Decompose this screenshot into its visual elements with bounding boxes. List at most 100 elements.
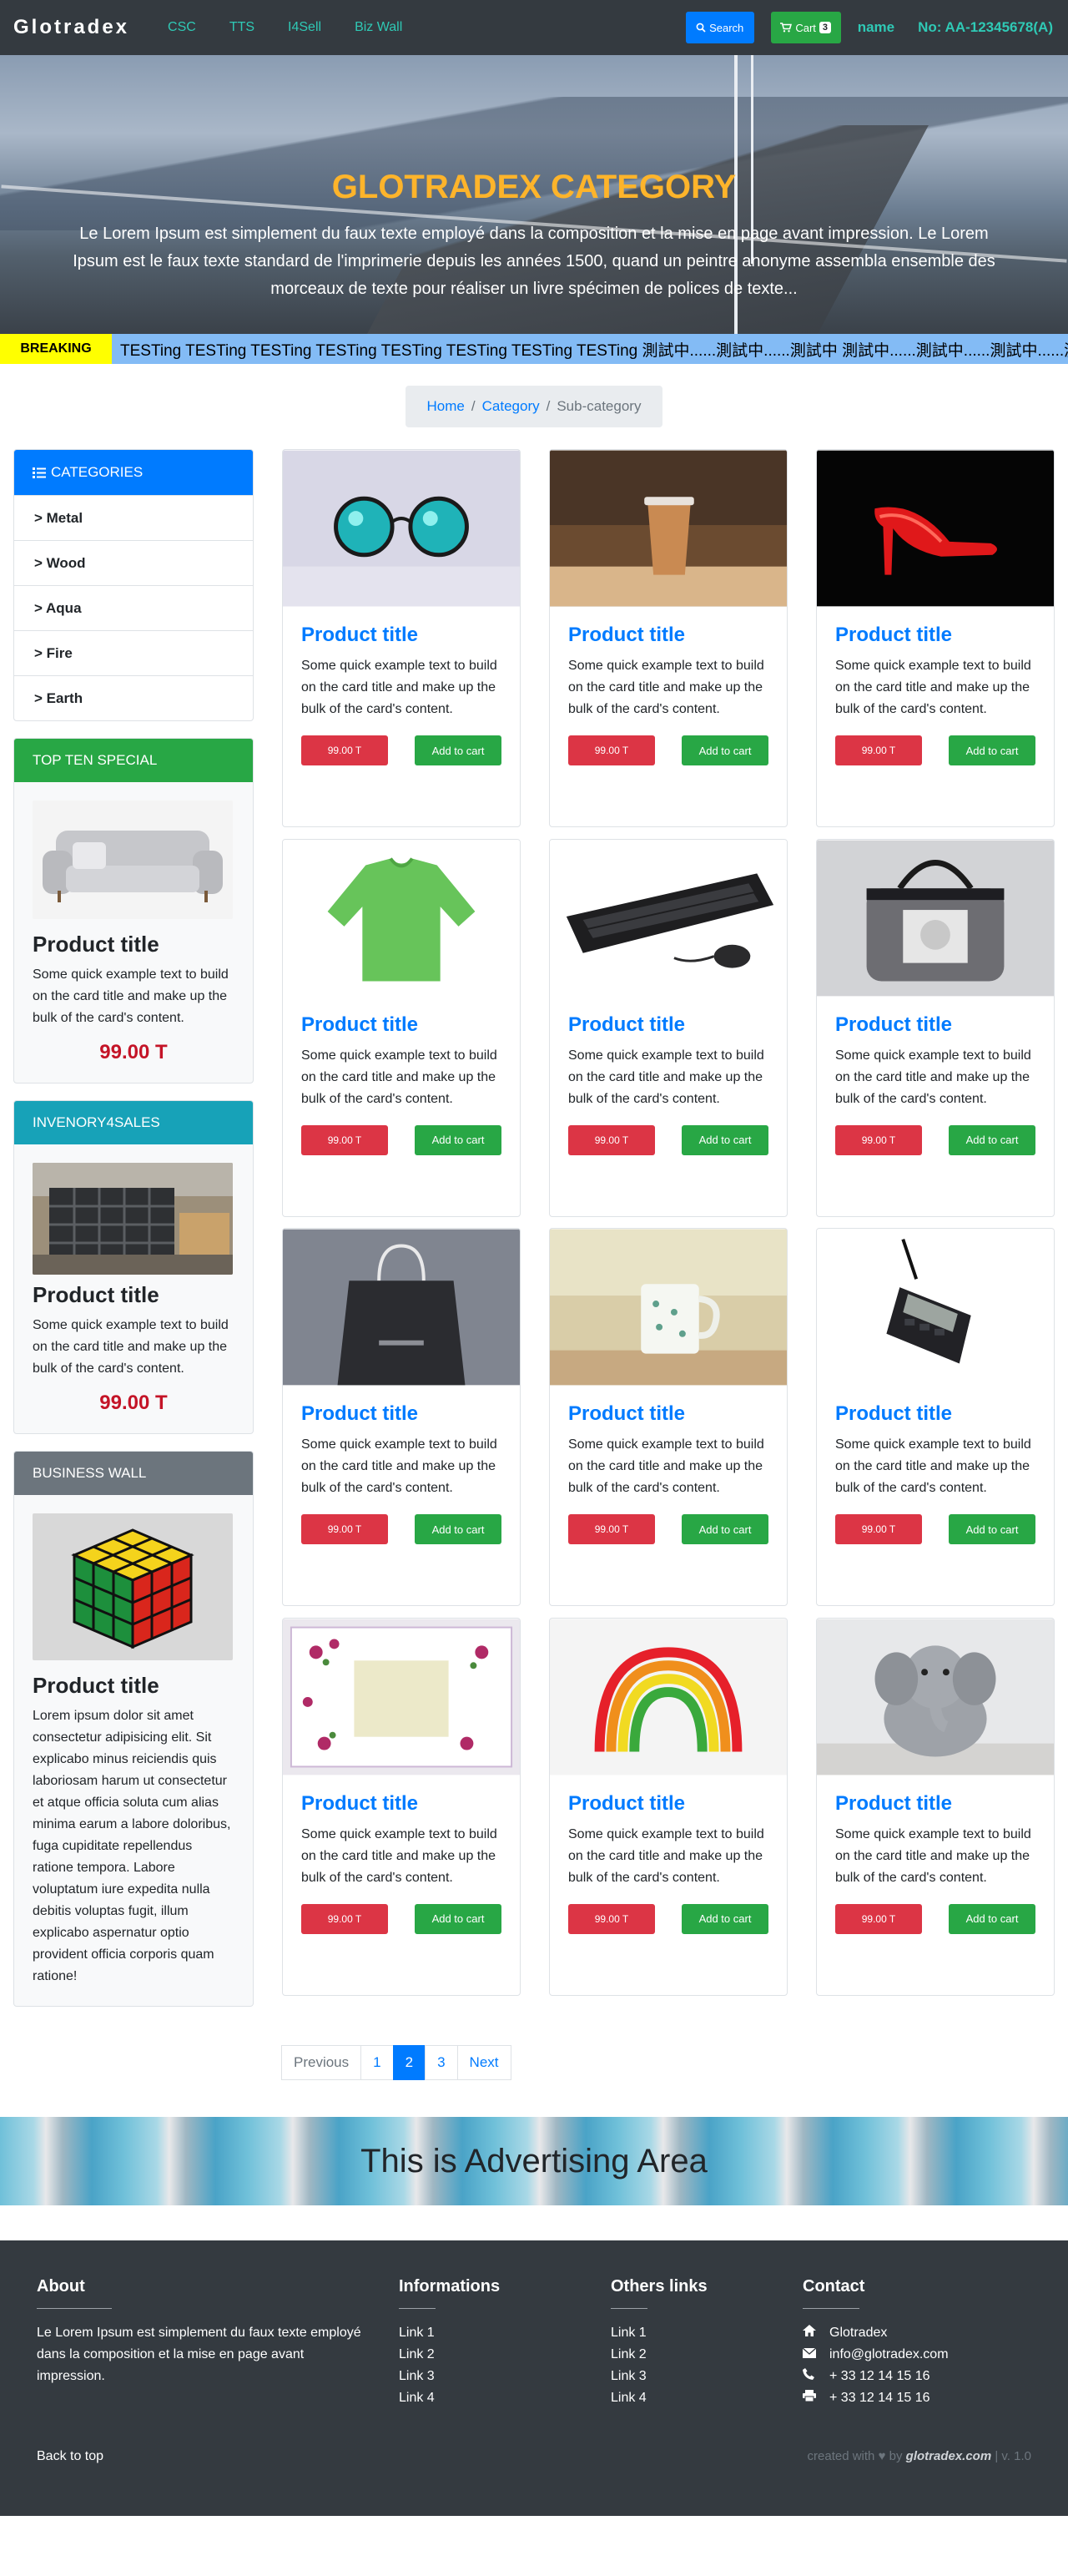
contact-email-text[interactable]: info@glotradex.com <box>829 2344 949 2366</box>
photo-frame-icon[interactable] <box>283 1619 520 1775</box>
footer-others-link[interactable]: Link 3 <box>611 2366 708 2387</box>
slinky-icon[interactable] <box>550 1619 787 1775</box>
search-icon <box>696 23 706 33</box>
product-card: Product title Some quick example text to … <box>549 1228 788 1606</box>
credit-site-link[interactable]: glotradex.com <box>906 2449 992 2463</box>
product-title[interactable]: Product title <box>835 624 1035 647</box>
category-item-fire[interactable]: > Fire <box>14 630 253 675</box>
handbag-icon[interactable] <box>817 840 1054 997</box>
pagination-page-1[interactable]: 1 <box>360 2045 394 2080</box>
footer-others-link[interactable]: Link 4 <box>611 2387 708 2409</box>
advertising-area[interactable]: This is Advertising Area <box>0 2117 1068 2205</box>
footer-others-link[interactable]: Link 2 <box>611 2344 708 2366</box>
user-name[interactable]: name <box>858 19 894 36</box>
price-button[interactable]: 99.00 T <box>835 735 922 765</box>
product-title[interactable]: Product title <box>568 624 768 647</box>
price-button[interactable]: 99.00 T <box>301 1124 388 1155</box>
add-to-cart-button[interactable]: Add to cart <box>949 1903 1035 1934</box>
category-item-aqua[interactable]: > Aqua <box>14 585 253 630</box>
warehouse-boxes-image[interactable] <box>33 1163 233 1275</box>
pagination-page-2[interactable]: 2 <box>392 2045 426 2080</box>
price-button[interactable]: 99.00 T <box>301 1514 388 1544</box>
nav-link-csc[interactable]: CSC <box>151 20 213 35</box>
product-title[interactable]: Product title <box>835 1402 1035 1426</box>
keyboard-icon[interactable] <box>550 840 787 997</box>
rubiks-cube-image[interactable] <box>33 1513 233 1660</box>
pagination-page-3[interactable]: 3 <box>425 2045 458 2080</box>
sofa-image[interactable] <box>33 801 233 919</box>
product-card: Product title Some quick example text to … <box>549 449 788 827</box>
add-to-cart-button[interactable]: Add to cart <box>682 1903 768 1934</box>
add-to-cart-button[interactable]: Add to cart <box>415 1903 501 1934</box>
product-actions: 99.00 T Add to cart <box>568 1903 768 1934</box>
contact-phone-text[interactable]: + 33 12 14 15 16 <box>829 2366 930 2387</box>
add-to-cart-button[interactable]: Add to cart <box>415 735 501 765</box>
price-button[interactable]: 99.00 T <box>301 735 388 765</box>
footer-info-link[interactable]: Link 3 <box>399 2366 500 2387</box>
nav-link-biz-wall[interactable]: Biz Wall <box>338 20 419 35</box>
add-to-cart-button[interactable]: Add to cart <box>682 1514 768 1544</box>
contact-company-text: Glotradex <box>829 2326 888 2340</box>
add-to-cart-button[interactable]: Add to cart <box>949 1514 1035 1544</box>
cart-button[interactable]: Cart 3 <box>770 12 841 43</box>
mug-icon[interactable] <box>550 1229 787 1386</box>
product-title[interactable]: Product title <box>301 1013 501 1037</box>
product-title[interactable]: Product title <box>301 624 501 647</box>
price-button[interactable]: 99.00 T <box>835 1903 922 1934</box>
top-ten-title[interactable]: Product title <box>33 932 234 957</box>
product-title[interactable]: Product title <box>568 1792 768 1816</box>
nav-link-i4sell[interactable]: I4Sell <box>271 20 338 35</box>
product-title[interactable]: Product title <box>835 1013 1035 1037</box>
product-title[interactable]: Product title <box>835 1792 1035 1816</box>
product-card: Product title Some quick example text to … <box>282 1617 521 1996</box>
add-to-cart-button[interactable]: Add to cart <box>682 1124 768 1155</box>
footer-others-link[interactable]: Link 1 <box>611 2322 708 2344</box>
price-button[interactable]: 99.00 T <box>568 1903 655 1934</box>
elephant-plush-icon[interactable] <box>817 1619 1054 1775</box>
product-title[interactable]: Product title <box>568 1013 768 1037</box>
price-button[interactable]: 99.00 T <box>568 735 655 765</box>
navbar: Glotradex CSC TTS I4Sell Biz Wall Search… <box>0 0 1068 55</box>
back-to-top-link[interactable]: Back to top <box>37 2449 103 2464</box>
category-item-metal[interactable]: > Metal <box>14 495 253 540</box>
price-button[interactable]: 99.00 T <box>835 1124 922 1155</box>
product-title[interactable]: Product title <box>301 1792 501 1816</box>
price-button[interactable]: 99.00 T <box>568 1124 655 1155</box>
nav-link-tts[interactable]: TTS <box>213 20 271 35</box>
business-wall-title[interactable]: Product title <box>33 1673 234 1699</box>
product-title[interactable]: Product title <box>568 1402 768 1426</box>
pagination-previous[interactable]: Previous <box>281 2045 362 2080</box>
top-ten-text: Some quick example text to build on the … <box>33 967 229 1025</box>
shirt-icon[interactable] <box>283 840 520 997</box>
add-to-cart-button[interactable]: Add to cart <box>949 735 1035 765</box>
sunglasses-icon[interactable] <box>283 450 520 607</box>
price-button[interactable]: 99.00 T <box>835 1514 922 1544</box>
add-to-cart-button[interactable]: Add to cart <box>949 1124 1035 1155</box>
inventory-title[interactable]: Product title <box>33 1282 234 1308</box>
footer-info-link[interactable]: Link 4 <box>399 2387 500 2409</box>
brand-logo[interactable]: Glotradex <box>13 16 129 39</box>
footer-info-link[interactable]: Link 1 <box>399 2322 500 2344</box>
breaking-label: BREAKING <box>0 334 112 364</box>
coffee-cup-icon[interactable] <box>550 450 787 607</box>
breadcrumb-home[interactable]: Home <box>427 398 465 415</box>
contact-fax: + 33 12 14 15 16 <box>803 2387 949 2409</box>
footer-info-link[interactable]: Link 2 <box>399 2344 500 2366</box>
pagination-next[interactable]: Next <box>456 2045 511 2080</box>
cart-count-badge: 3 <box>819 22 832 33</box>
pos-terminal-icon[interactable] <box>817 1229 1054 1386</box>
product-title[interactable]: Product title <box>301 1402 501 1426</box>
category-item-wood[interactable]: > Wood <box>14 540 253 585</box>
price-button[interactable]: 99.00 T <box>301 1903 388 1934</box>
price-button[interactable]: 99.00 T <box>568 1514 655 1544</box>
add-to-cart-button[interactable]: Add to cart <box>415 1124 501 1155</box>
ticker-text: TESTing TESTing TESTing TESTing TESTing … <box>112 334 1068 364</box>
category-item-earth[interactable]: > Earth <box>14 675 253 720</box>
contact-fax-text: + 33 12 14 15 16 <box>829 2391 930 2405</box>
breadcrumb-category[interactable]: Category <box>482 398 540 415</box>
shopping-bag-icon[interactable] <box>283 1229 520 1386</box>
search-button[interactable]: Search <box>685 12 754 43</box>
add-to-cart-button[interactable]: Add to cart <box>415 1514 501 1544</box>
high-heel-icon[interactable] <box>817 450 1054 607</box>
add-to-cart-button[interactable]: Add to cart <box>682 735 768 765</box>
